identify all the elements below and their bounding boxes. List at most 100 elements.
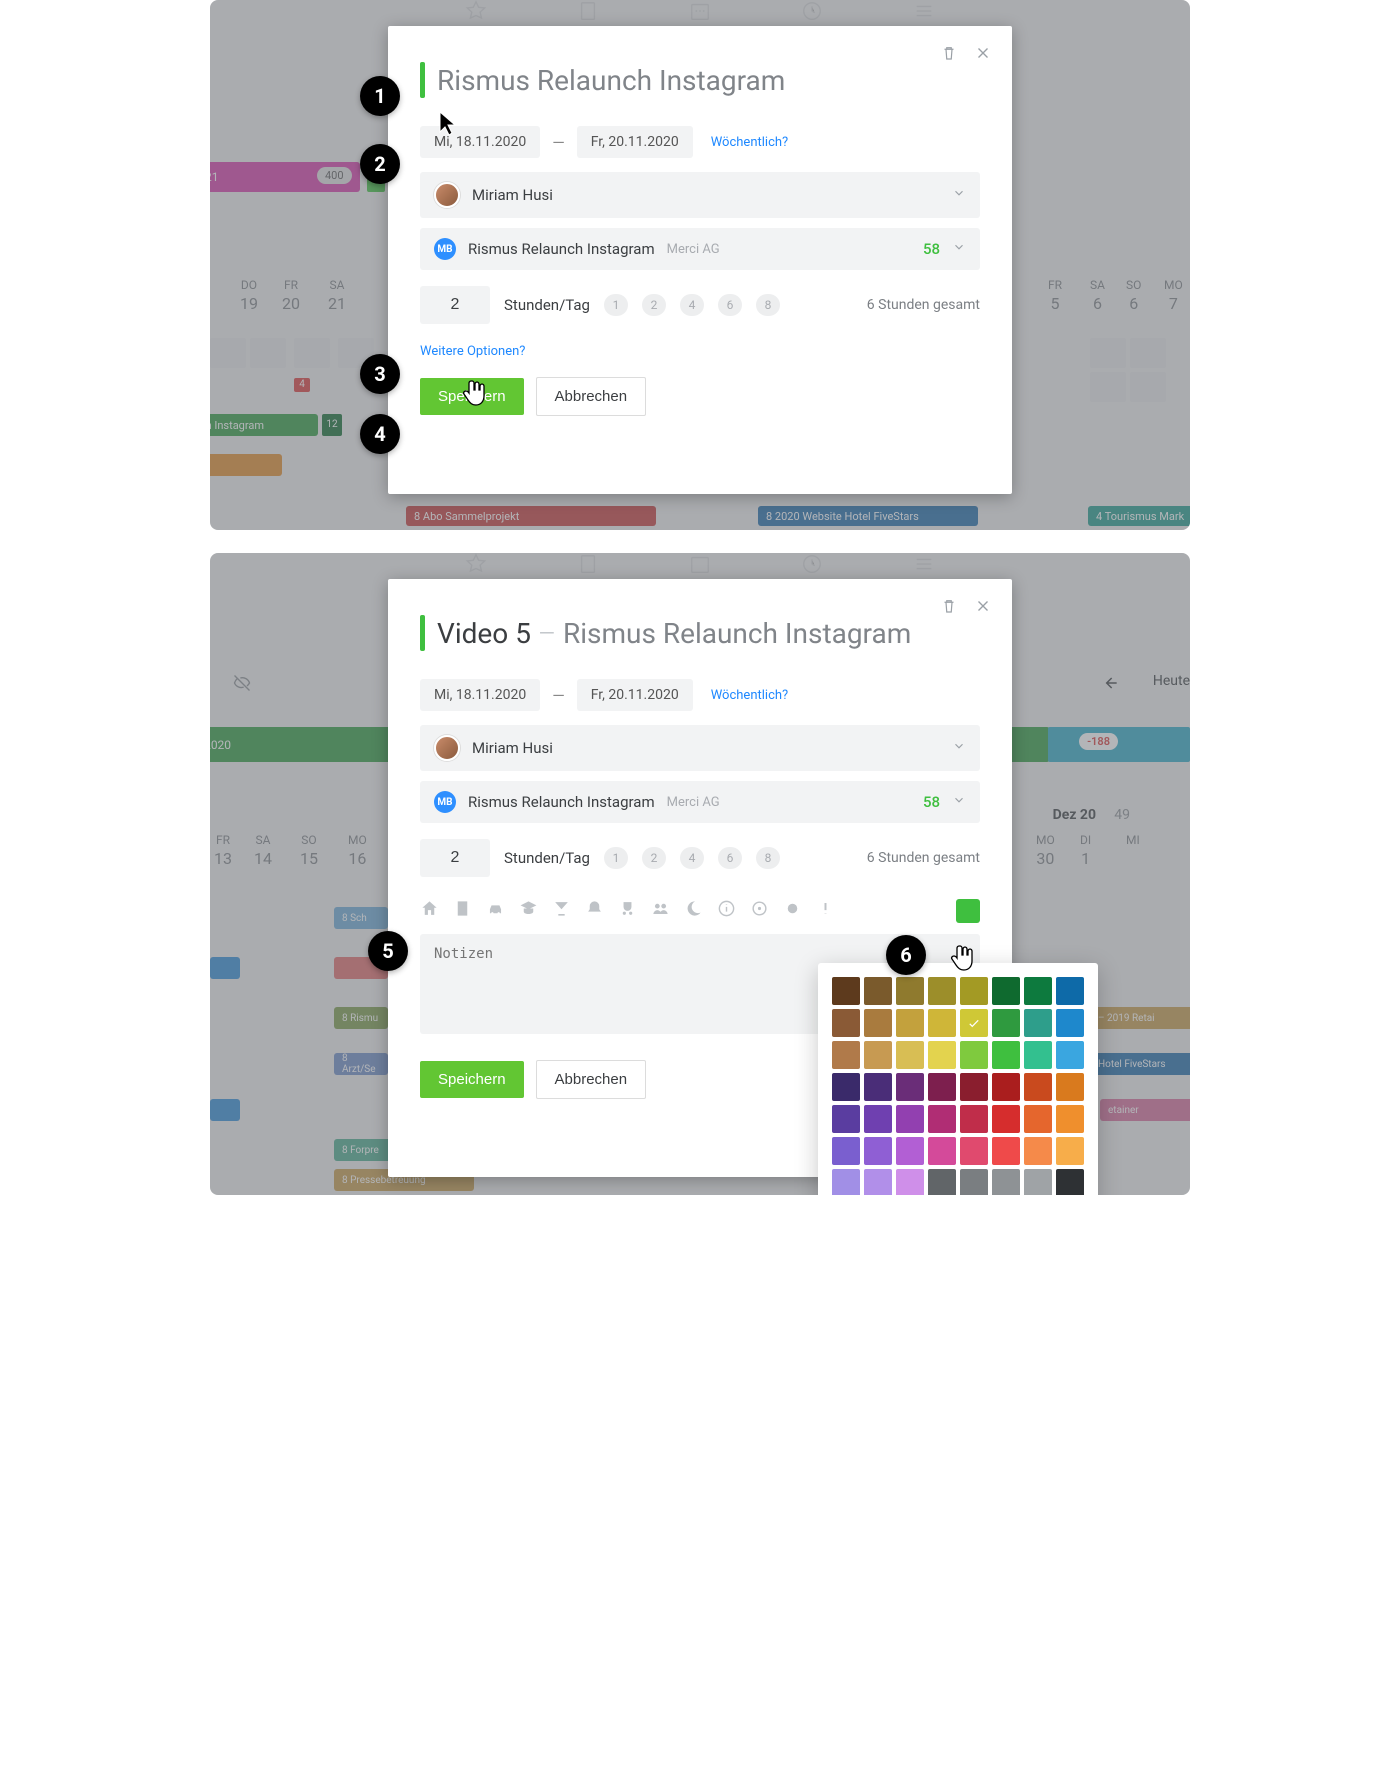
color-swatch[interactable] <box>992 1073 1020 1101</box>
color-swatch[interactable] <box>928 1041 956 1069</box>
color-swatch[interactable] <box>960 1137 988 1165</box>
color-swatch[interactable] <box>896 1009 924 1037</box>
color-swatch[interactable] <box>1056 1137 1084 1165</box>
hour-chip[interactable]: 8 <box>756 847 780 869</box>
color-swatch[interactable] <box>992 1137 1020 1165</box>
color-swatch[interactable] <box>992 1009 1020 1037</box>
color-swatch[interactable] <box>1024 1009 1052 1037</box>
color-swatch[interactable] <box>864 1041 892 1069</box>
color-swatch[interactable] <box>960 1073 988 1101</box>
hour-chip[interactable]: 8 <box>756 294 780 316</box>
home-icon[interactable] <box>420 899 439 922</box>
hour-chip[interactable]: 6 <box>718 847 742 869</box>
hour-chip[interactable]: 4 <box>680 294 704 316</box>
color-swatch[interactable] <box>1056 1041 1084 1069</box>
color-swatch[interactable] <box>960 1169 988 1195</box>
color-swatch[interactable] <box>960 1105 988 1133</box>
color-swatch[interactable] <box>992 1041 1020 1069</box>
graduate-icon[interactable] <box>519 899 538 922</box>
hour-chip[interactable]: 2 <box>642 847 666 869</box>
color-swatch[interactable] <box>832 977 860 1005</box>
group-icon[interactable] <box>651 899 670 922</box>
color-swatch[interactable] <box>864 977 892 1005</box>
trash-icon[interactable] <box>940 44 958 66</box>
color-swatch[interactable] <box>896 977 924 1005</box>
color-swatch[interactable] <box>992 977 1020 1005</box>
bell-icon[interactable] <box>585 899 604 922</box>
hours-input[interactable] <box>420 839 490 877</box>
moon-icon[interactable] <box>684 899 703 922</box>
color-swatch[interactable] <box>1056 1009 1084 1037</box>
color-swatch[interactable] <box>1024 1169 1052 1195</box>
info-icon[interactable] <box>717 899 736 922</box>
hours-input[interactable] <box>420 286 490 324</box>
color-swatch-button[interactable] <box>956 899 980 923</box>
color-swatch[interactable] <box>1024 977 1052 1005</box>
hour-chip[interactable]: 1 <box>604 294 628 316</box>
recurrence-link[interactable]: Wöchentlich? <box>711 688 788 703</box>
trash-icon[interactable] <box>940 597 958 619</box>
target-icon[interactable] <box>750 899 769 922</box>
date-to[interactable]: Fr, 20.11.2020 <box>577 679 693 711</box>
color-swatch[interactable] <box>928 1105 956 1133</box>
color-swatch[interactable] <box>832 1105 860 1133</box>
color-swatch[interactable] <box>832 1137 860 1165</box>
color-swatch[interactable] <box>864 1009 892 1037</box>
building-icon[interactable] <box>453 899 472 922</box>
color-swatch[interactable] <box>960 1041 988 1069</box>
hour-chip[interactable]: 1 <box>604 847 628 869</box>
color-swatch[interactable] <box>864 1073 892 1101</box>
color-swatch[interactable] <box>1024 1105 1052 1133</box>
color-swatch[interactable] <box>896 1169 924 1195</box>
color-swatch[interactable] <box>832 1041 860 1069</box>
color-swatch[interactable] <box>896 1105 924 1133</box>
color-swatch[interactable] <box>928 1169 956 1195</box>
color-swatch[interactable] <box>960 977 988 1005</box>
save-button[interactable]: Speichern <box>420 1061 524 1098</box>
close-icon[interactable] <box>974 597 992 619</box>
hour-chip[interactable]: 6 <box>718 294 742 316</box>
color-swatch[interactable] <box>1056 1105 1084 1133</box>
color-swatch[interactable] <box>1024 1137 1052 1165</box>
hour-chip[interactable]: 4 <box>680 847 704 869</box>
assignee-select[interactable]: Miriam Husi <box>420 172 980 218</box>
color-swatch[interactable] <box>928 1073 956 1101</box>
color-swatch[interactable] <box>928 977 956 1005</box>
assignee-select[interactable]: Miriam Husi <box>420 725 980 771</box>
car-icon[interactable] <box>486 899 505 922</box>
recurrence-link[interactable]: Wöchentlich? <box>711 135 788 150</box>
color-swatch[interactable] <box>864 1137 892 1165</box>
color-swatch[interactable] <box>960 1009 988 1037</box>
project-select[interactable]: MB Rismus Relaunch Instagram Merci AG 58 <box>420 228 980 270</box>
color-swatch[interactable] <box>864 1169 892 1195</box>
close-icon[interactable] <box>974 44 992 66</box>
color-swatch[interactable] <box>1024 1041 1052 1069</box>
color-swatch[interactable] <box>896 1137 924 1165</box>
cancel-button[interactable]: Abbrechen <box>536 1060 647 1099</box>
exclaim-icon[interactable] <box>816 899 835 922</box>
color-swatch[interactable] <box>832 1073 860 1101</box>
color-swatch[interactable] <box>896 1073 924 1101</box>
color-swatch[interactable] <box>832 1169 860 1195</box>
color-swatch[interactable] <box>832 1009 860 1037</box>
cancel-button[interactable]: Abbrechen <box>536 377 647 416</box>
entry-title-input[interactable]: Rismus Relaunch Instagram <box>437 64 785 97</box>
color-swatch[interactable] <box>1056 1073 1084 1101</box>
color-swatch[interactable] <box>928 1009 956 1037</box>
color-swatch[interactable] <box>992 1169 1020 1195</box>
color-swatch[interactable] <box>1024 1073 1052 1101</box>
date-to[interactable]: Fr, 20.11.2020 <box>577 126 693 158</box>
color-swatch[interactable] <box>1056 977 1084 1005</box>
more-options-link[interactable]: Weitere Optionen? <box>420 344 525 359</box>
color-swatch[interactable] <box>1056 1169 1084 1195</box>
color-swatch[interactable] <box>928 1137 956 1165</box>
cocktail-icon[interactable] <box>552 899 571 922</box>
color-swatch[interactable] <box>992 1105 1020 1133</box>
hour-chip[interactable]: 2 <box>642 294 666 316</box>
project-select[interactable]: MB Rismus Relaunch Instagram Merci AG 58 <box>420 781 980 823</box>
dot-icon[interactable] <box>783 899 802 922</box>
date-from[interactable]: Mi, 18.11.2020 <box>420 679 540 711</box>
entry-title-input[interactable]: Video 5 – Rismus Relaunch Instagram <box>437 617 911 650</box>
color-swatch[interactable] <box>864 1105 892 1133</box>
color-swatch[interactable] <box>896 1041 924 1069</box>
